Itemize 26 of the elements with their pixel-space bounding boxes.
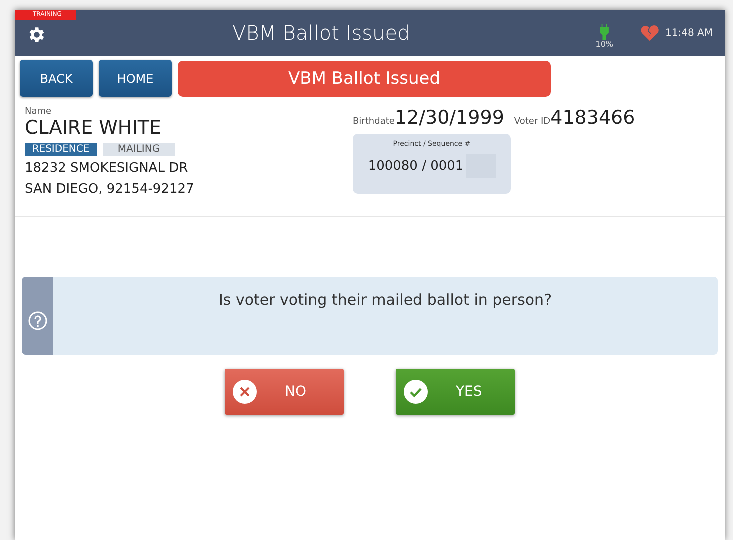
name-label: Name [25, 107, 53, 117]
precinct-value: 100080 / 0001 [368, 158, 464, 174]
birthdate-label: Birthdate [353, 117, 395, 127]
broken-heart-icon [640, 24, 660, 42]
address-tab[interactable]: RESIDENCE [25, 143, 97, 156]
back-button[interactable]: BACK [20, 60, 93, 97]
voter-id-value: 4183466 [550, 107, 636, 129]
close-icon [233, 380, 257, 404]
help-icon[interactable] [28, 311, 48, 331]
address-tab[interactable]: MAILING [103, 143, 175, 156]
clock-time: 11:48 AM [666, 28, 713, 38]
battery-level: 10% [596, 40, 614, 48]
settings-icon[interactable] [27, 25, 47, 45]
yes-button[interactable]: YES [396, 369, 515, 415]
address-line: 18232 SMOKESIGNAL DR [25, 160, 190, 178]
voter-name: CLAIRE WHITE [25, 117, 162, 139]
birthdate-value: 12/30/1999 [394, 107, 504, 129]
plug-icon [600, 24, 610, 40]
question-text: Is voter voting their mailed ballot in person? [218, 290, 554, 311]
check-icon [404, 380, 428, 404]
status-banner: VBM Ballot Issued [178, 60, 551, 96]
home-button[interactable]: HOME [99, 60, 172, 97]
window-title: VBM Ballot Issued [232, 21, 412, 45]
voter-id-label: Voter ID [514, 117, 551, 127]
address-line: SAN DIEGO, 92154-92127 [25, 181, 196, 199]
no-button[interactable]: NO [225, 369, 344, 415]
